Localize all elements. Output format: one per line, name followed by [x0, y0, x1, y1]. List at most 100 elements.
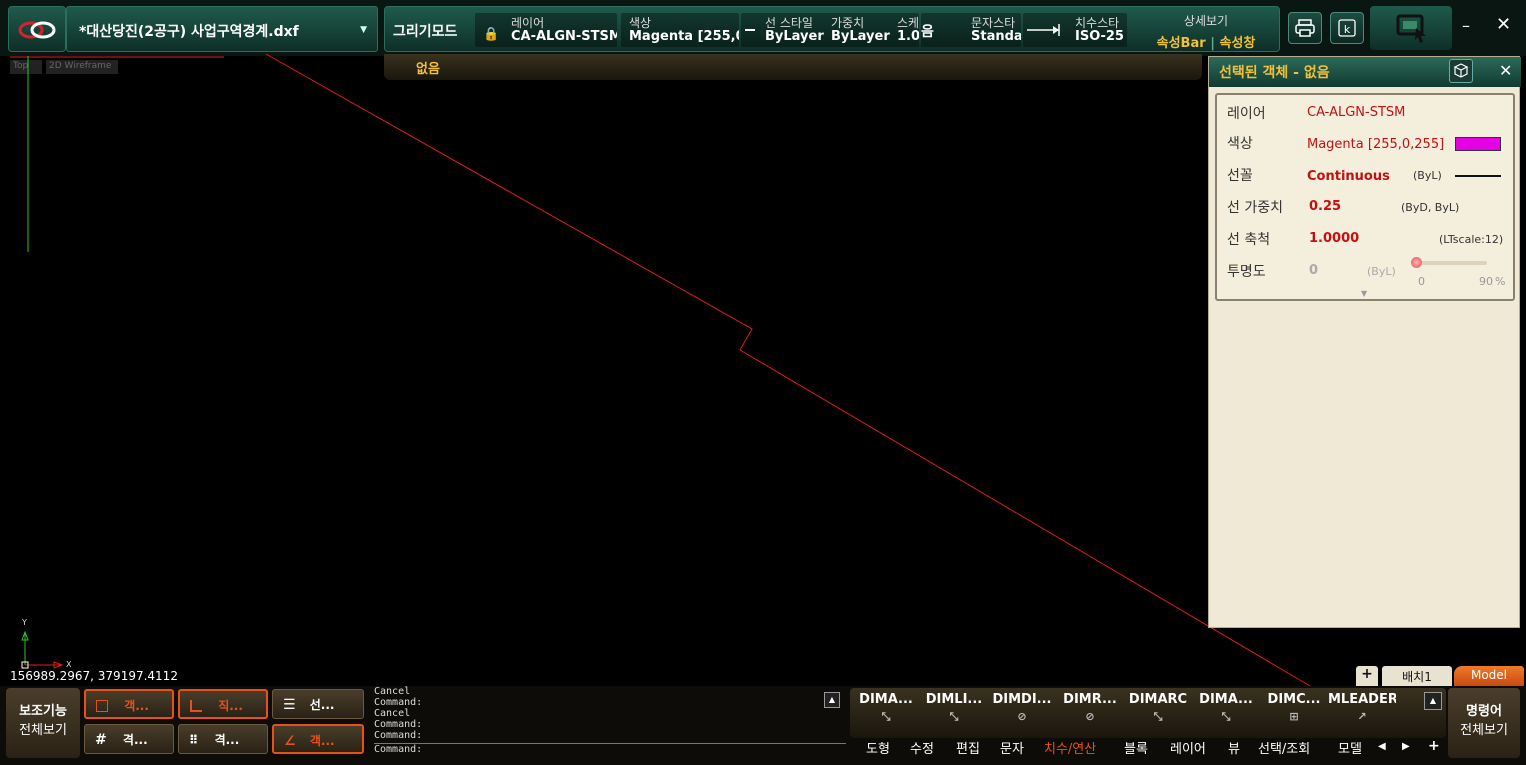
dim-angular-button[interactable]: DIMA... ⤡ [1192, 692, 1260, 732]
tab-model[interactable]: Model [1454, 666, 1524, 686]
prop-color-value[interactable]: Magenta [255,0,255] [1307, 137, 1444, 152]
ortho-icon [190, 700, 202, 712]
dim-linear-icon: ⤡ [949, 710, 959, 723]
dim-radius-icon: ⊘ [1085, 710, 1095, 723]
expand-chevron-icon[interactable]: ▼ [1361, 289, 1367, 298]
boundary-polyline[interactable] [265, 53, 1311, 687]
prop-color-label: 색상 [1227, 136, 1253, 152]
prop-weight-value[interactable]: 0.25 [1309, 199, 1341, 214]
slider-unit-label: % [1495, 275, 1506, 288]
dim-aligned-icon: ⤡ [881, 710, 891, 723]
prop-linetype-note: (ByL) [1413, 169, 1442, 182]
properties-panel: 선택된 객체 - 없음 ✕ 레이어 CA-ALGN-STSM 색상 Magent… [1208, 56, 1521, 628]
command-input[interactable]: Command: [374, 743, 846, 755]
dim-label: DIMA... [859, 692, 913, 707]
aux-function-button[interactable]: 보조기능 전체보기 [6, 688, 80, 758]
menu-select[interactable]: 선택/조회 [1258, 738, 1310, 757]
grid-label: 격... [122, 733, 148, 747]
menu-layer[interactable]: 레이어 [1170, 738, 1206, 757]
add-layout-button[interactable]: + [1356, 666, 1378, 686]
properties-list: 레이어 CA-ALGN-STSM 색상 Magenta [255,0,255] … [1215, 93, 1515, 301]
angle-icon: ∠ [284, 734, 296, 749]
command-line: Command: [374, 697, 423, 708]
prop-scale-note: (LTscale:12) [1439, 233, 1504, 246]
log-expand-button[interactable]: ▲ [824, 692, 840, 708]
app-window: *대산당진(2공구) 사업구역경계.dxf ▼ 그리기모드 🔒 레이어 CA-A… [0, 0, 1526, 765]
prop-weight-label: 선 가중치 [1227, 200, 1283, 216]
object-track-button[interactable]: ∠ 객... [272, 724, 364, 754]
ortho-button[interactable]: 직... [178, 689, 268, 719]
dim-arc-button[interactable]: DIMARC ⤡ [1124, 692, 1192, 732]
menu-dimension[interactable]: 치수/연산 [1044, 738, 1096, 757]
command-full-label: 전체보기 [1460, 723, 1508, 738]
dim-label: DIMDI... [992, 692, 1052, 707]
dim-angular-icon: ⤡ [1221, 710, 1231, 723]
prop-transparency-value: 0 [1309, 263, 1319, 278]
lineweight-icon: ☰ [283, 697, 296, 713]
object-snap-icon [96, 700, 108, 712]
osnap-label: 객... [124, 699, 149, 713]
dim-expand-button[interactable]: ▲ [1424, 692, 1442, 710]
fullview-label: 전체보기 [19, 723, 67, 738]
snap-grid-button[interactable]: ⠿ 격... [178, 724, 268, 754]
dim-label: DIMARC [1128, 692, 1188, 707]
dim-continue-button[interactable]: DIMC... ⊞ [1260, 692, 1328, 732]
ucs-x-label: X [66, 660, 72, 669]
dimension-toolbar: DIMA... ⤡ DIMLI... ⤡ DIMDI... ⊘ DIMR... ⊘ DI… [850, 688, 1446, 738]
select-objects-button[interactable] [1449, 59, 1473, 83]
dim-linear-button[interactable]: DIMLI... ⤡ [920, 692, 988, 732]
prop-layer-value[interactable]: CA-ALGN-STSM [1307, 105, 1405, 120]
command-palette-button[interactable]: 명령어 전체보기 [1448, 688, 1520, 758]
mleader-button[interactable]: MLEADER ↗ [1328, 692, 1396, 732]
menu-text[interactable]: 문자 [1000, 738, 1024, 757]
command-line: Command: [374, 719, 423, 730]
slider-max-label: 90 [1479, 275, 1493, 288]
dim-label: DIMLI... [925, 692, 983, 707]
dim-label: DIMA... [1199, 692, 1253, 707]
color-swatch[interactable] [1455, 137, 1501, 151]
lineweight-label: 선... [309, 698, 335, 712]
dim-aligned-button[interactable]: DIMA... ⤡ [852, 692, 920, 732]
prop-linetype-label: 선꼴 [1227, 168, 1253, 184]
prop-scale-value[interactable]: 1.0000 [1309, 231, 1359, 246]
scroll-left-icon[interactable]: ◀ [1378, 741, 1386, 752]
menu-edit[interactable]: 편집 [956, 738, 980, 757]
dim-radius-button[interactable]: DIMR... ⊘ [1056, 692, 1124, 732]
prop-weight-note: (ByD, ByL) [1401, 201, 1460, 214]
transparency-slider-thumb[interactable] [1411, 257, 1422, 268]
slider-min-label: 0 [1418, 275, 1425, 288]
add-tab-icon[interactable]: + [1428, 738, 1440, 754]
scroll-right-icon[interactable]: ▶ [1402, 741, 1410, 752]
osnap-button[interactable]: 객... [84, 689, 174, 719]
menu-model[interactable]: 모델 [1338, 738, 1372, 757]
menu-modify[interactable]: 수정 [910, 738, 934, 757]
panel-close-button[interactable]: ✕ [1499, 61, 1512, 80]
cursor-coordinates: 156989.2967, 379197.4112 [10, 669, 178, 683]
lineweight-button[interactable]: ☰ 선... [272, 689, 364, 719]
prop-linetype-value[interactable]: Continuous [1307, 169, 1390, 184]
aux-label: 보조기능 [19, 704, 67, 719]
menu-shape[interactable]: 도형 [866, 738, 890, 757]
command-line: Cancel [374, 708, 411, 719]
command-line: Cancel [374, 686, 411, 697]
dim-diameter-button[interactable]: DIMDI... ⊘ [988, 692, 1056, 732]
prop-scale-label: 선 축척 [1227, 232, 1271, 248]
object-track-label: 객... [309, 734, 335, 748]
cube-cursor-icon [1453, 63, 1469, 78]
dim-continue-icon: ⊞ [1289, 710, 1299, 723]
prop-transparency-label: 투명도 [1227, 264, 1266, 280]
ortho-label: 직... [218, 699, 243, 713]
dot-grid-icon: ⠿ [189, 733, 199, 747]
menu-block[interactable]: 블록 [1124, 738, 1148, 757]
dim-label: DIMC... [1267, 692, 1321, 707]
tab-layout1[interactable]: 배치1 [1382, 666, 1452, 686]
menu-view[interactable]: 뷰 [1228, 738, 1240, 757]
prop-layer-label: 레이어 [1227, 106, 1266, 122]
ribbon-menu: 도형 수정 편집 문자 치수/연산 블록 레이어 뷰 선택/조회 모델 ◀ ▶ … [850, 736, 1446, 760]
prop-transparency-note: (ByL) [1367, 265, 1396, 278]
panel-title: 선택된 객체 - 없음 [1219, 65, 1330, 81]
transparency-slider-track[interactable] [1415, 261, 1487, 265]
grid-button[interactable]: # 격... [84, 724, 174, 754]
command-line: Command: [374, 730, 423, 741]
dim-label: DIMR... [1063, 692, 1117, 707]
